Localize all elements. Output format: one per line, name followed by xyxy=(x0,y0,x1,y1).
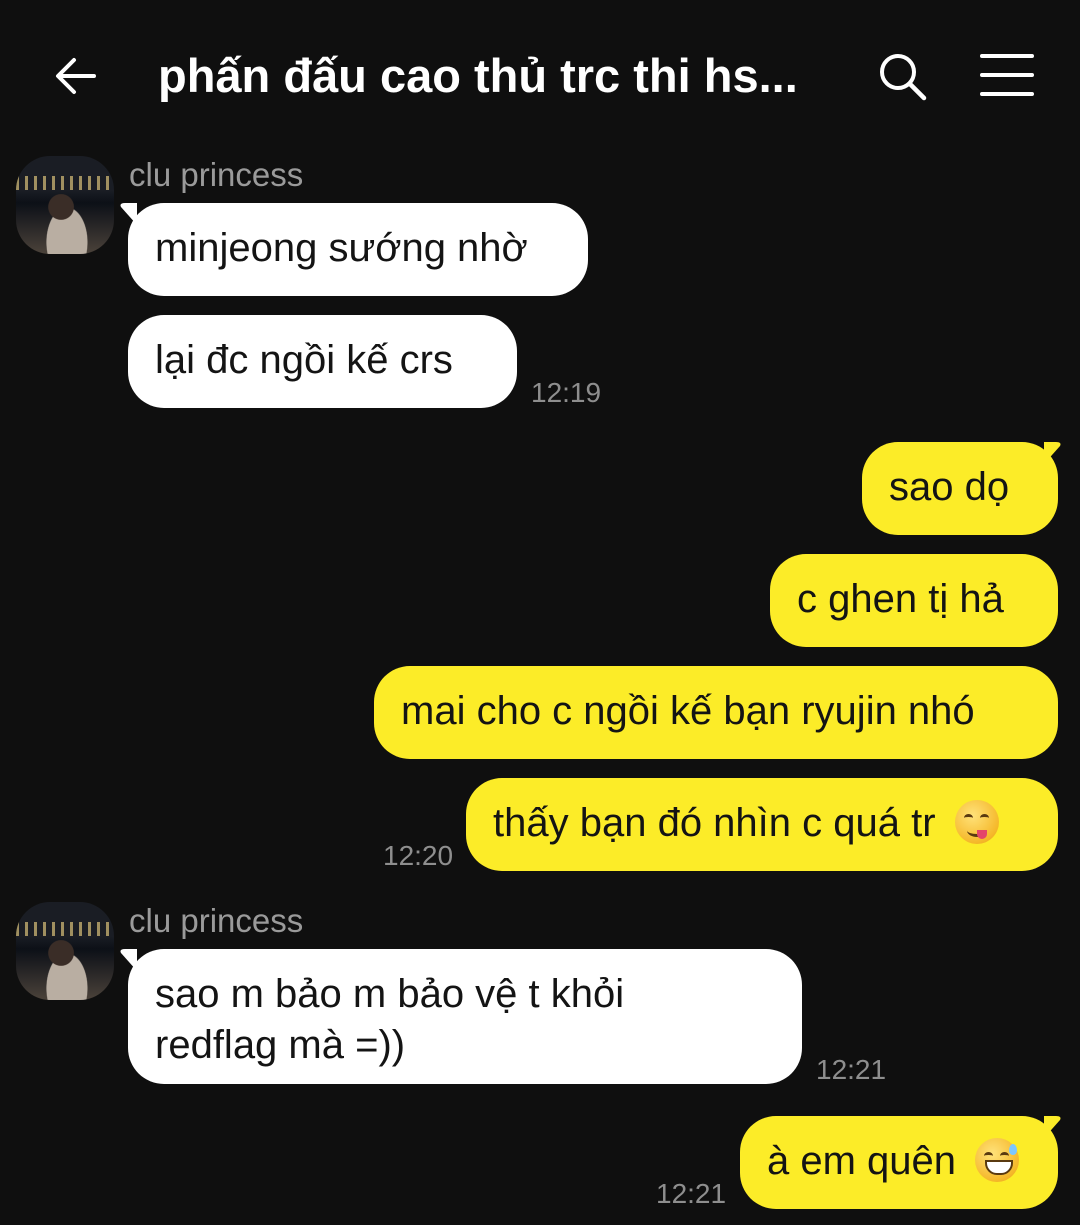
back-arrow-icon[interactable] xyxy=(50,50,102,102)
message-bubble-outgoing[interactable]: c ghen tị hả xyxy=(770,554,1058,647)
chat-header: phấn đấu cao thủ trc thi hs... xyxy=(0,0,1080,150)
search-icon[interactable] xyxy=(874,48,930,104)
message-bubble-outgoing[interactable]: sao dọ xyxy=(862,442,1058,535)
message-text-line: redflag mà =)) xyxy=(155,1023,406,1067)
message-text: minjeong sướng nhờ xyxy=(155,226,528,270)
message-text: mai cho c ngồi kế bạn ryujin nhó xyxy=(401,689,975,733)
message-text: à em quên xyxy=(767,1139,957,1183)
message-text: sao dọ xyxy=(889,465,1010,509)
message-bubble-incoming[interactable]: minjeong sướng nhờ xyxy=(128,203,588,296)
sender-name: clu princess xyxy=(129,156,304,193)
menu-icon[interactable] xyxy=(978,50,1036,100)
timestamp: 12:21 xyxy=(656,1178,727,1209)
timestamp: 12:21 xyxy=(816,1054,887,1085)
message-text-line: sao m bảo m bảo vệ t khỏi xyxy=(155,972,625,1016)
message-bubble-incoming[interactable]: lại đc ngồi kế crs xyxy=(128,315,517,408)
grinning-sweat-emoji xyxy=(975,1138,1020,1182)
avatar[interactable] xyxy=(16,902,114,1000)
message-bubble-outgoing[interactable]: thấy bạn đó nhìn c quá tr xyxy=(466,778,1058,871)
message-text: thấy bạn đó nhìn c quá tr xyxy=(493,801,936,845)
sender-name: clu princess xyxy=(129,902,304,939)
avatar[interactable] xyxy=(16,156,114,254)
message-bubble-incoming[interactable]: sao m bảo m bảo vệ t khỏi redflag mà =)) xyxy=(128,949,802,1084)
chat-title[interactable]: phấn đấu cao thủ trc thi hs... xyxy=(158,46,828,106)
message-text: lại đc ngồi kế crs xyxy=(155,338,453,382)
message-bubble-outgoing[interactable]: à em quên xyxy=(740,1116,1058,1209)
yummy-face-emoji xyxy=(954,800,999,844)
message-text: c ghen tị hả xyxy=(797,577,1004,621)
timestamp: 12:19 xyxy=(531,377,602,408)
timestamp: 12:20 xyxy=(383,840,454,871)
message-bubble-outgoing[interactable]: mai cho c ngồi kế bạn ryujin nhó xyxy=(374,666,1058,759)
